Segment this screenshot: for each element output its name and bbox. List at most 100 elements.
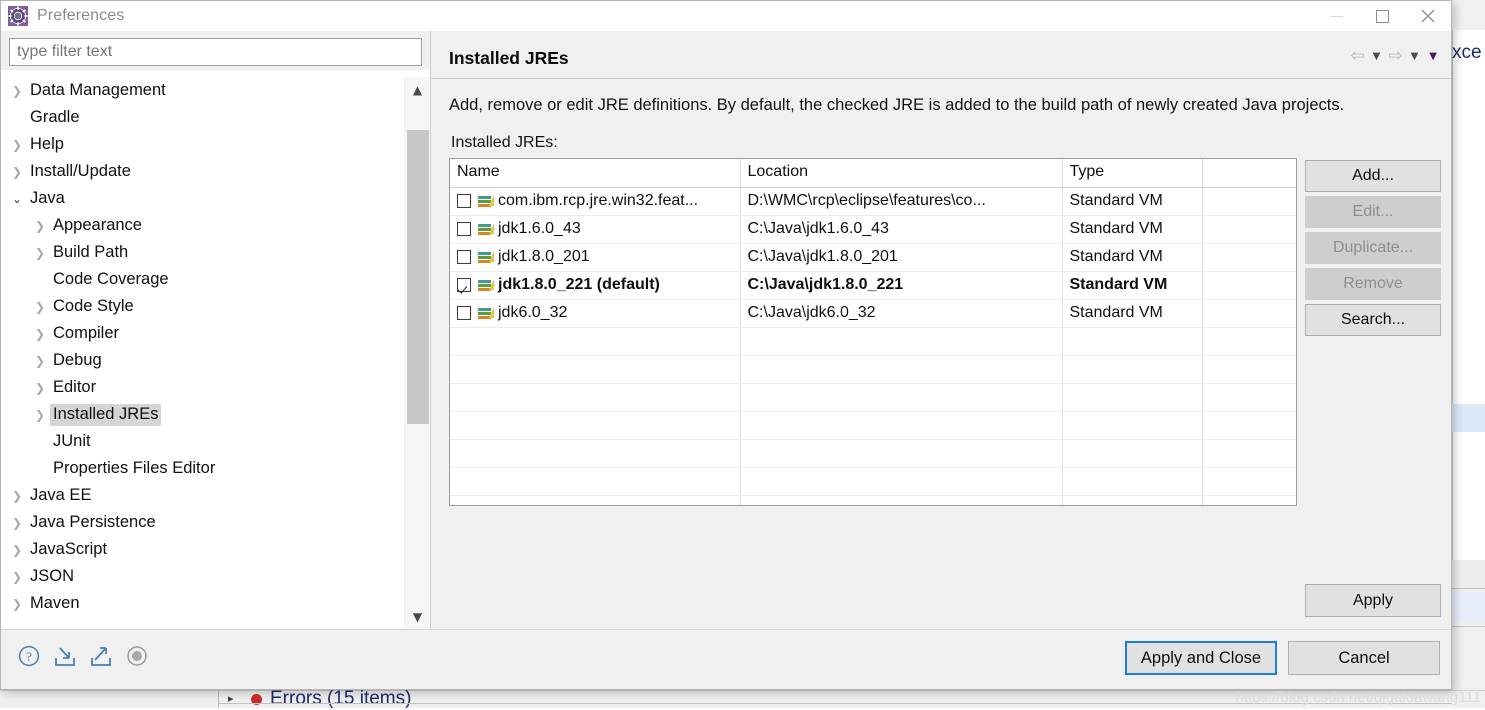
checkbox-checked[interactable]	[457, 278, 471, 292]
chevron-right-icon[interactable]: ❯	[30, 381, 50, 395]
table-row[interactable]: jdk6.0_32C:\Java\jdk6.0_32Standard VM	[450, 299, 1296, 327]
background-editor-panel	[1452, 30, 1485, 410]
jre-name: jdk6.0_32	[498, 304, 567, 322]
sidebar-item-help[interactable]: ❯Help	[1, 131, 404, 158]
forward-history-chevron-down-icon[interactable]: ▼	[1407, 51, 1423, 62]
chevron-right-icon[interactable]: ❯	[30, 300, 50, 314]
chevron-right-icon[interactable]: ❯	[7, 570, 27, 584]
arrow-left-icon[interactable]: ⇦	[1349, 46, 1365, 66]
checkbox-unchecked[interactable]	[457, 250, 471, 264]
chevron-right-icon[interactable]: ❯	[7, 543, 27, 557]
table-row-empty[interactable]	[450, 355, 1296, 383]
chevron-right-icon[interactable]: ❯	[7, 489, 27, 503]
duplicate-button: Duplicate...	[1305, 232, 1441, 264]
sidebar-item-junit[interactable]: ·JUnit	[1, 428, 404, 455]
table-row[interactable]: com.ibm.rcp.jre.win32.feat...D:\WMC\rcp\…	[450, 187, 1296, 215]
import-icon[interactable]	[53, 644, 77, 668]
sidebar-item-installed-jres[interactable]: ❯Installed JREs	[1, 401, 404, 428]
cell-extra	[1202, 271, 1296, 299]
export-icon[interactable]	[89, 644, 113, 668]
maximize-button[interactable]	[1359, 1, 1405, 31]
jre-action-buttons: Add...Edit...Duplicate...RemoveSearch...	[1305, 158, 1441, 506]
apply-and-close-button[interactable]: Apply and Close	[1125, 641, 1277, 675]
chevron-down-icon[interactable]: ⌄	[7, 192, 27, 206]
table-header-row: Name Location Type	[450, 159, 1296, 187]
restore-defaults-icon[interactable]	[125, 644, 149, 668]
chevron-right-icon[interactable]: ❯	[30, 327, 50, 341]
sidebar-item-label: Gradle	[27, 107, 83, 129]
sidebar-item-properties-files-editor[interactable]: ·Properties Files Editor	[1, 455, 404, 482]
scrollbar-thumb[interactable]	[407, 130, 429, 424]
preferences-tree[interactable]: ❯Data Management·Gradle❯Help❯Install/Upd…	[1, 77, 430, 629]
sidebar-item-install-update[interactable]: ❯Install/Update	[1, 158, 404, 185]
checkbox-unchecked[interactable]	[457, 306, 471, 320]
title-bar[interactable]: Preferences	[1, 1, 1451, 31]
apply-button[interactable]: Apply	[1305, 584, 1441, 617]
sidebar-item-label: Data Management	[27, 80, 169, 102]
sidebar-item-debug[interactable]: ❯Debug	[1, 347, 404, 374]
table-row-empty[interactable]	[450, 439, 1296, 467]
cancel-button[interactable]: Cancel	[1288, 641, 1440, 675]
sidebar-item-editor[interactable]: ❯Editor	[1, 374, 404, 401]
sidebar-item-json[interactable]: ❯JSON	[1, 563, 404, 590]
tree-scrollbar[interactable]: ▲ ▼	[404, 77, 430, 629]
sidebar-item-code-coverage[interactable]: ·Code Coverage	[1, 266, 404, 293]
sidebar-item-data-management[interactable]: ❯Data Management	[1, 77, 404, 104]
column-header-extra[interactable]	[1202, 159, 1296, 187]
minimize-button[interactable]	[1313, 1, 1359, 31]
table-row-empty[interactable]	[450, 411, 1296, 439]
sidebar-item-javascript[interactable]: ❯JavaScript	[1, 536, 404, 563]
table-row-empty[interactable]	[450, 327, 1296, 355]
cell-type: Standard VM	[1062, 215, 1202, 243]
search-input[interactable]	[9, 38, 422, 66]
table-row-empty[interactable]	[450, 495, 1296, 506]
cell-empty	[1202, 411, 1296, 439]
checkbox-unchecked[interactable]	[457, 222, 471, 236]
column-header-type[interactable]: Type	[1062, 159, 1202, 187]
chevron-right-icon[interactable]: ❯	[7, 597, 27, 611]
chevron-right-icon[interactable]: ❯	[7, 165, 27, 179]
table-row-empty[interactable]	[450, 383, 1296, 411]
chevron-right-icon[interactable]: ❯	[7, 516, 27, 530]
sidebar-item-label: Java EE	[27, 485, 94, 507]
jre-name: jdk1.6.0_43	[498, 220, 581, 238]
table-row-empty[interactable]	[450, 467, 1296, 495]
table-row[interactable]: jdk1.8.0_221 (default)C:\Java\jdk1.8.0_2…	[450, 271, 1296, 299]
sidebar-item-compiler[interactable]: ❯Compiler	[1, 320, 404, 347]
sidebar-item-code-style[interactable]: ❯Code Style	[1, 293, 404, 320]
arrow-right-icon[interactable]: ⇨	[1387, 46, 1403, 66]
sidebar-item-maven[interactable]: ❯Maven	[1, 590, 404, 617]
help-icon[interactable]: ?	[17, 644, 41, 668]
checkbox-unchecked[interactable]	[457, 194, 471, 208]
installed-jres-table-container[interactable]: Name Location Type com.ibm.rcp.jre.win32…	[449, 158, 1297, 506]
overflow-chevron-down-icon[interactable]: ▼	[1425, 51, 1441, 62]
chevron-right-icon[interactable]: ❯	[30, 246, 50, 260]
sidebar-item-java-ee[interactable]: ❯Java EE	[1, 482, 404, 509]
cell-location: C:\Java\jdk1.8.0_221	[740, 271, 1062, 299]
cell-name: jdk1.6.0_43	[450, 215, 740, 243]
chevron-up-icon[interactable]: ▲	[405, 77, 430, 102]
add-button[interactable]: Add...	[1305, 160, 1441, 192]
back-history-chevron-down-icon[interactable]: ▼	[1369, 51, 1385, 62]
table-row[interactable]: jdk1.8.0_201C:\Java\jdk1.8.0_201Standard…	[450, 243, 1296, 271]
chevron-right-icon[interactable]: ❯	[30, 354, 50, 368]
sidebar-item-java[interactable]: ⌄Java	[1, 185, 404, 212]
chevron-right-icon[interactable]: ❯	[30, 219, 50, 233]
chevron-right-icon[interactable]: ❯	[7, 138, 27, 152]
chevron-right-icon[interactable]: ❯	[30, 408, 50, 422]
sidebar-item-gradle[interactable]: ·Gradle	[1, 104, 404, 131]
close-button[interactable]	[1405, 1, 1451, 31]
sidebar-item-appearance[interactable]: ❯Appearance	[1, 212, 404, 239]
sidebar-item-java-persistence[interactable]: ❯Java Persistence	[1, 509, 404, 536]
chevron-down-icon[interactable]: ▼	[405, 604, 430, 629]
apply-button-container: Apply	[1305, 584, 1441, 617]
chevron-right-icon[interactable]: ❯	[7, 84, 27, 98]
sidebar-item-label: Maven	[27, 593, 83, 615]
sidebar-item-build-path[interactable]: ❯Build Path	[1, 239, 404, 266]
column-header-name[interactable]: Name	[450, 159, 740, 187]
search-button[interactable]: Search...	[1305, 304, 1441, 336]
sidebar-item-label: Properties Files Editor	[50, 458, 218, 480]
background-edge-text: xce	[1452, 42, 1482, 64]
column-header-location[interactable]: Location	[740, 159, 1062, 187]
table-row[interactable]: jdk1.6.0_43C:\Java\jdk1.6.0_43Standard V…	[450, 215, 1296, 243]
